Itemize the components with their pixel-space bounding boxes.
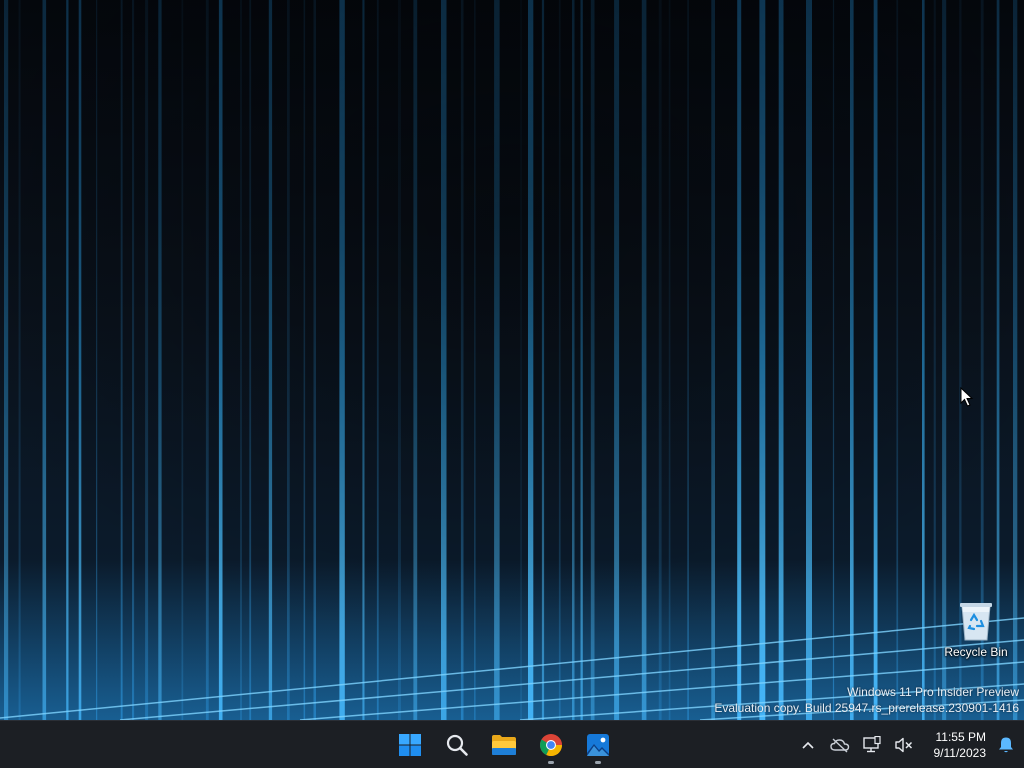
recycle-bin-shortcut[interactable]: Recycle Bin bbox=[940, 594, 1012, 666]
clock-date: 9/11/2023 bbox=[933, 746, 987, 760]
mouse-cursor-icon bbox=[960, 387, 974, 407]
onedrive-offline-icon bbox=[830, 738, 850, 753]
show-hidden-icons-button[interactable] bbox=[792, 725, 824, 765]
windows-logo-icon bbox=[398, 734, 421, 756]
onedrive-tray-button[interactable] bbox=[824, 725, 856, 765]
volume-muted-icon bbox=[895, 737, 913, 753]
system-tray: 11:55 PM 9/11/2023 bbox=[792, 721, 1024, 769]
desktop[interactable]: Recycle Bin Windows 11 Pro Insider Previ… bbox=[0, 0, 1024, 720]
volume-tray-button[interactable] bbox=[888, 725, 920, 765]
folder-icon bbox=[491, 735, 516, 755]
photos-button[interactable] bbox=[575, 725, 621, 765]
watermark-line-1: Windows 11 Pro Insider Preview bbox=[847, 685, 1019, 699]
bell-icon bbox=[999, 737, 1013, 753]
search-button[interactable] bbox=[434, 725, 480, 765]
taskbar: 11:55 PM 9/11/2023 bbox=[0, 720, 1024, 768]
recycle-bin-label: Recycle Bin bbox=[944, 645, 1008, 659]
recycle-bin-icon bbox=[960, 603, 992, 641]
watermark-line-2: Evaluation copy. Build 25947.rs_prerelea… bbox=[714, 701, 1019, 715]
chrome-running-indicator bbox=[547, 761, 554, 764]
network-tray-button[interactable] bbox=[856, 725, 888, 765]
start-button[interactable] bbox=[387, 725, 433, 765]
photos-icon bbox=[586, 734, 609, 756]
search-icon bbox=[446, 734, 468, 756]
file-explorer-button[interactable] bbox=[481, 725, 527, 765]
clock-time: 11:55 PM bbox=[935, 730, 986, 744]
photos-running-indicator bbox=[594, 761, 601, 764]
chevron-up-icon bbox=[802, 741, 814, 749]
taskbar-apps bbox=[386, 721, 621, 769]
chrome-icon bbox=[539, 734, 562, 757]
wallpaper bbox=[0, 0, 1024, 720]
chrome-button[interactable] bbox=[528, 725, 574, 765]
network-icon bbox=[863, 736, 881, 753]
evaluation-watermark: Windows 11 Pro Insider Preview Evaluatio… bbox=[714, 684, 1019, 716]
taskbar-clock[interactable]: 11:55 PM 9/11/2023 bbox=[920, 725, 988, 765]
notifications-button[interactable] bbox=[988, 725, 1024, 765]
